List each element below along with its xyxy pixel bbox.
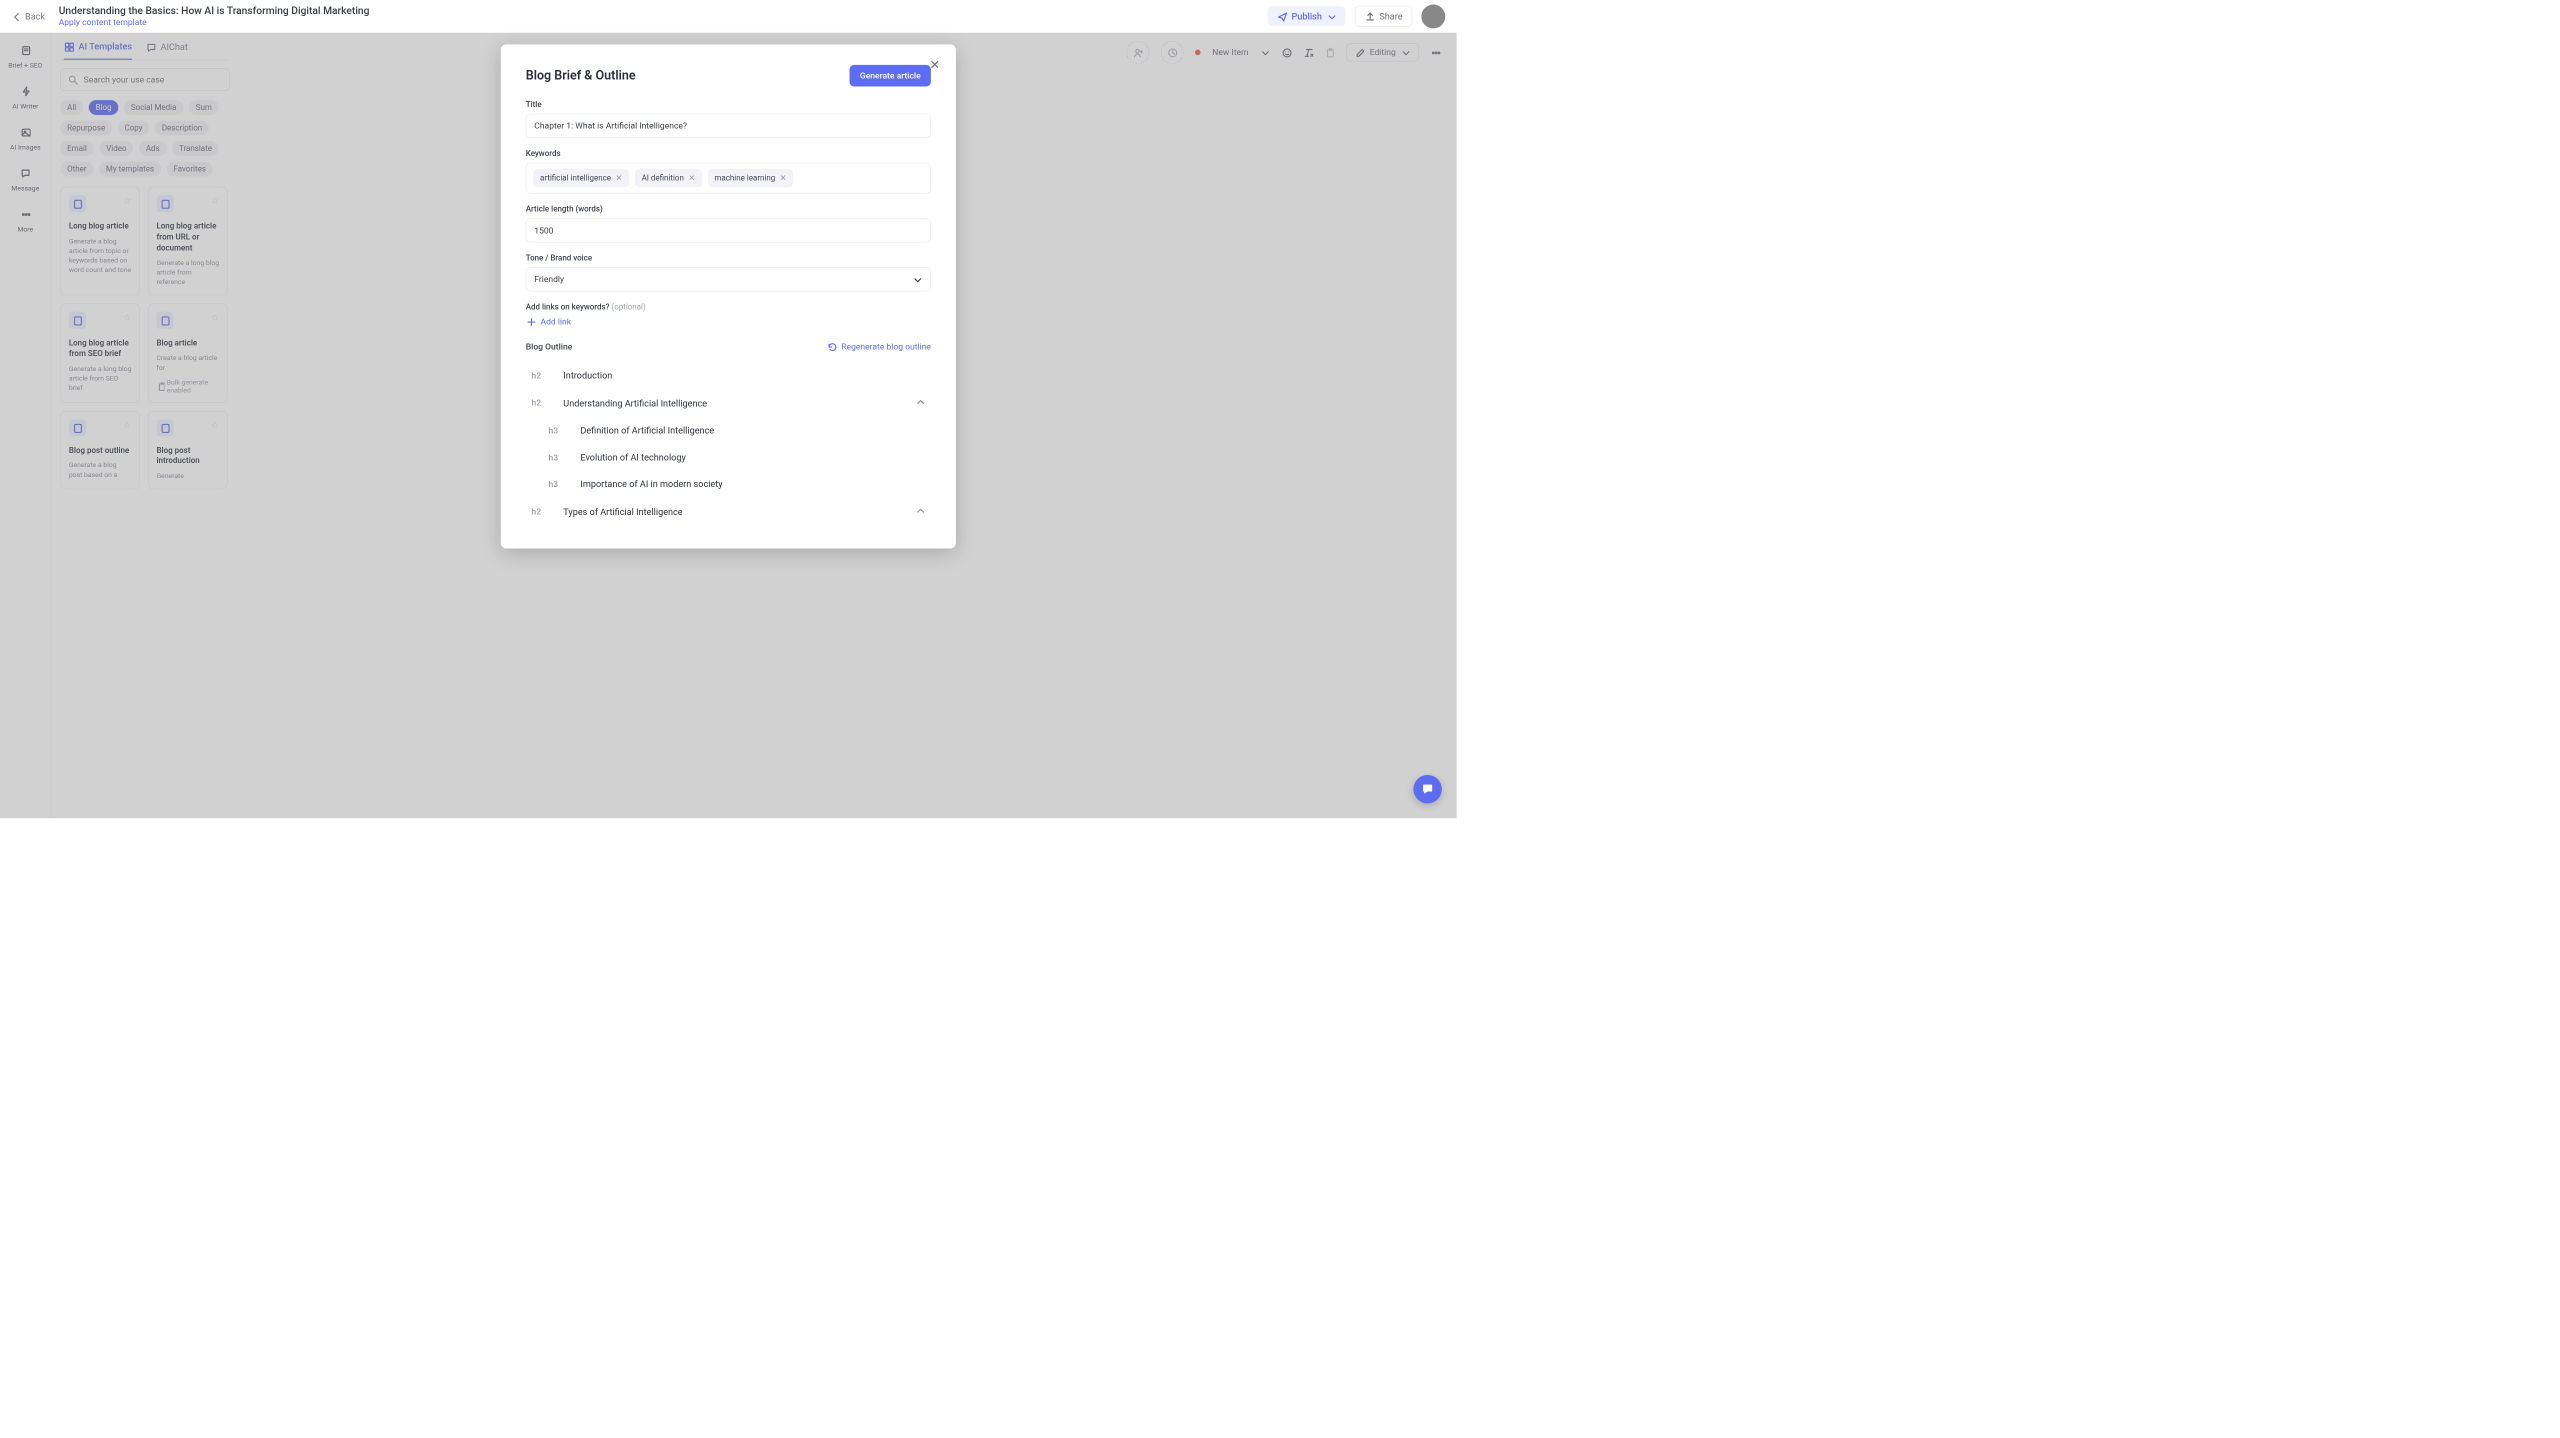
keywords-label: Keywords <box>526 149 931 158</box>
user-avatar[interactable] <box>1421 4 1445 28</box>
remove-keyword-button[interactable]: ✕ <box>688 174 695 183</box>
outline-header: Blog Outline Regenerate blog outline <box>526 341 931 351</box>
share-button[interactable]: Share <box>1355 6 1412 27</box>
plus-icon <box>526 316 536 326</box>
outline-item[interactable]: h2 Introduction <box>526 362 931 389</box>
keyword-text: artificial intelligence <box>540 174 611 183</box>
heading-text: Definition of Artificial Intelligence <box>580 425 925 436</box>
keyword-tag: AI definition ✕ <box>635 169 702 187</box>
outline-list: h2 Introduction h2 Understanding Artific… <box>526 362 931 526</box>
chevron-left-icon <box>11 11 21 21</box>
back-label: Back <box>25 11 45 22</box>
heading-level: h3 <box>549 479 568 489</box>
tone-field: Tone / Brand voice Friendly <box>526 254 931 292</box>
close-button[interactable]: ✕ <box>929 58 939 72</box>
tone-label: Tone / Brand voice <box>526 254 931 263</box>
back-button[interactable]: Back <box>11 11 45 22</box>
outline-item[interactable]: h2 Understanding Artificial Intelligence <box>526 389 931 417</box>
help-chat-button[interactable] <box>1413 775 1441 803</box>
document-title: Understanding the Basics: How AI is Tran… <box>59 5 1268 17</box>
publish-button[interactable]: Publish <box>1268 6 1346 26</box>
chevron-up-icon <box>915 505 925 515</box>
add-link-button[interactable]: Add link <box>526 316 931 326</box>
outline-item[interactable]: h2 Types of Artificial Intelligence <box>526 497 931 525</box>
refresh-icon <box>827 341 837 351</box>
keyword-text: machine learning <box>714 174 775 183</box>
remove-keyword-button[interactable]: ✕ <box>780 174 787 183</box>
top-bar: Back Understanding the Basics: How AI is… <box>0 0 1457 33</box>
keywords-field: Keywords artificial intelligence ✕ AI de… <box>526 149 931 193</box>
outline-item[interactable]: h3 Importance of AI in modern society <box>526 471 931 498</box>
title-label: Title <box>526 100 931 109</box>
heading-level: h2 <box>531 370 550 380</box>
heading-text: Types of Artificial Intelligence <box>563 506 902 517</box>
title-field: Title <box>526 100 931 138</box>
heading-level: h2 <box>531 398 550 408</box>
outline-label: Blog Outline <box>526 341 573 351</box>
chevron-down-icon <box>1326 11 1336 21</box>
tone-select[interactable]: Friendly <box>526 267 931 291</box>
length-label: Article length (words) <box>526 205 931 214</box>
remove-keyword-button[interactable]: ✕ <box>616 174 623 183</box>
keyword-tag: artificial intelligence ✕ <box>533 169 629 187</box>
heading-level: h3 <box>549 452 568 462</box>
doc-title-block: Understanding the Basics: How AI is Tran… <box>59 5 1268 27</box>
heading-text: Introduction <box>563 370 925 381</box>
share-label: Share <box>1379 11 1402 22</box>
modal-title: Blog Brief & Outline <box>526 69 636 83</box>
length-field: Article length (words) <box>526 205 931 243</box>
heading-text: Understanding Artificial Intelligence <box>563 397 902 408</box>
links-optional-text: (optional) <box>611 303 645 312</box>
generate-article-button[interactable]: Generate article <box>850 65 931 87</box>
heading-level: h3 <box>549 425 568 435</box>
outline-item[interactable]: h3 Evolution of AI technology <box>526 444 931 471</box>
title-input[interactable] <box>526 114 931 138</box>
top-right-controls: Publish Share <box>1268 4 1446 28</box>
heading-text: Importance of AI in modern society <box>580 479 925 490</box>
regenerate-label: Regenerate blog outline <box>841 341 931 351</box>
collapse-toggle[interactable] <box>915 505 925 518</box>
chevron-down-icon <box>912 274 922 284</box>
regenerate-outline-button[interactable]: Regenerate blog outline <box>827 341 931 351</box>
outline-item[interactable]: h3 Definition of Artificial Intelligence <box>526 417 931 444</box>
chevron-up-icon <box>915 397 925 407</box>
publish-label: Publish <box>1292 11 1322 22</box>
blog-brief-modal: ✕ Blog Brief & Outline Generate article … <box>501 44 956 548</box>
share-icon <box>1365 11 1375 21</box>
links-field: Add links on keywords? (optional) Add li… <box>526 303 931 327</box>
add-link-label: Add link <box>541 316 572 326</box>
modal-overlay: ✕ Blog Brief & Outline Generate article … <box>0 33 1457 818</box>
length-input[interactable] <box>526 218 931 242</box>
keyword-text: AI definition <box>642 174 684 183</box>
collapse-toggle[interactable] <box>915 397 925 410</box>
apply-template-link[interactable]: Apply content template <box>59 17 1268 27</box>
keyword-tag: machine learning ✕ <box>708 169 794 187</box>
chat-bubble-icon <box>1421 782 1435 796</box>
send-icon <box>1277 11 1287 21</box>
keywords-input[interactable]: artificial intelligence ✕ AI definition … <box>526 163 931 194</box>
tone-value: Friendly <box>534 274 564 284</box>
links-label: Add links on keywords? (optional) <box>526 303 931 312</box>
heading-level: h2 <box>531 506 550 516</box>
heading-text: Evolution of AI technology <box>580 452 925 463</box>
links-label-text: Add links on keywords? <box>526 303 610 312</box>
